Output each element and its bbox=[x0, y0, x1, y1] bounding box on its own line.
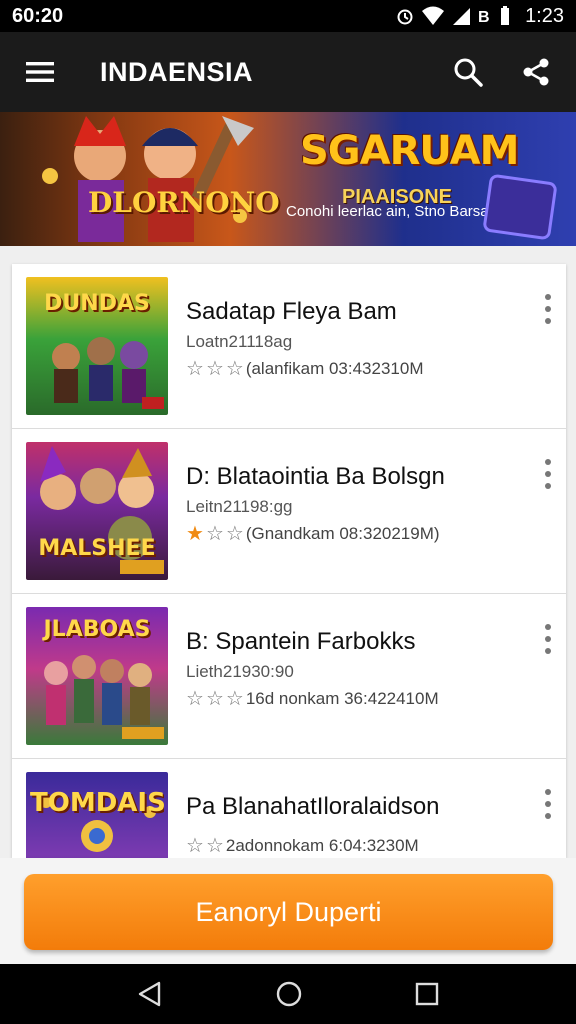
game-thumbnail: MALSHEE bbox=[26, 442, 168, 580]
app-bar: INDAENSIA bbox=[0, 32, 576, 112]
game-meta: Loatn21118ag bbox=[186, 332, 293, 351]
share-icon[interactable] bbox=[520, 56, 552, 88]
thumbnail-label: MALSHEE bbox=[38, 536, 156, 561]
signal-icon bbox=[453, 8, 471, 25]
more-options-icon[interactable] bbox=[538, 294, 558, 324]
game-rating: ☆ ☆ ☆ 16d nonkam 36:422410M bbox=[186, 686, 439, 711]
banner-caption: Conohi leerlac ain, Stno Barsahi bbox=[286, 203, 501, 220]
game-meta: Lieth21930:90 bbox=[186, 662, 294, 681]
game-title: B: Spantein Farbokks bbox=[186, 628, 416, 655]
rating-text: 16d nonkam 36:422410M bbox=[245, 688, 439, 708]
star-icon: ☆ bbox=[205, 358, 224, 380]
status-bar: 60:20 B 1:23 bbox=[0, 0, 576, 32]
back-icon[interactable] bbox=[137, 981, 163, 1007]
status-time-left: 60:20 bbox=[12, 4, 64, 27]
game-title: Pa BlanahatIloralaidson bbox=[186, 793, 440, 820]
status-time-right: 1:23 bbox=[525, 4, 564, 27]
game-list: DUNDAS Sadatap Fleya Bam Loatn21118ag ☆ ☆… bbox=[12, 264, 566, 858]
more-options-icon[interactable] bbox=[538, 789, 558, 819]
menu-icon[interactable] bbox=[24, 56, 56, 88]
game-meta: Leitn21198:gg bbox=[186, 497, 293, 516]
game-thumbnail: TOMDAIS bbox=[26, 772, 168, 858]
system-nav-bar bbox=[0, 964, 576, 1024]
promo-banner[interactable]: DLORNONO SGARUAM PIAAISONE Conohi leerla… bbox=[0, 112, 576, 246]
game-rating: ☆ ☆ ☆ (alanfikam 03:432310M bbox=[186, 356, 423, 381]
alarm-icon bbox=[397, 9, 413, 25]
cta-container: Eanoryl Duperti bbox=[0, 858, 576, 964]
more-options-icon[interactable] bbox=[538, 459, 558, 489]
rating-text: 2adonnokam 6:04:3230M bbox=[225, 835, 419, 855]
battery-icon bbox=[501, 6, 510, 25]
game-title: Sadatap Fleya Bam bbox=[186, 298, 397, 325]
game-title: D: Blataointia Ba Bolsgn bbox=[186, 463, 445, 490]
more-options-icon[interactable] bbox=[538, 624, 558, 654]
data-icon: B bbox=[478, 9, 490, 26]
thumbnail-label: JLABOAS bbox=[43, 617, 151, 642]
thumbnail-label: TOMDAIS bbox=[30, 788, 164, 818]
star-icon: ☆ bbox=[205, 523, 224, 545]
game-thumbnail: DUNDAS bbox=[26, 277, 168, 415]
banner-title: SGARUAM bbox=[300, 128, 519, 174]
search-icon[interactable] bbox=[452, 56, 484, 88]
star-icon: ☆ bbox=[225, 523, 244, 545]
star-icon: ☆ bbox=[186, 688, 204, 710]
game-rating: ★ ☆ ☆ (Gnandkam 08:320219M) bbox=[186, 521, 440, 546]
cta-button[interactable]: Eanoryl Duperti bbox=[24, 874, 553, 950]
star-icon: ☆ bbox=[225, 688, 244, 710]
list-item[interactable]: DUNDAS Sadatap Fleya Bam Loatn21118ag ☆ ☆… bbox=[12, 264, 566, 429]
rating-text: (Gnandkam 08:320219M) bbox=[245, 523, 440, 543]
star-icon: ★ bbox=[186, 523, 204, 545]
game-rating: ☆ ☆ 2adonnokam 6:04:3230M bbox=[186, 833, 419, 858]
star-icon: ☆ bbox=[186, 835, 204, 857]
banner-logo: DLORNONO bbox=[88, 186, 280, 219]
star-icon: ☆ bbox=[205, 835, 224, 857]
star-icon: ☆ bbox=[186, 358, 204, 380]
star-icon: ☆ bbox=[225, 358, 244, 380]
wifi-icon bbox=[422, 6, 445, 25]
list-item[interactable]: JLABOAS B: Spantein Farbokks Lieth21930:… bbox=[12, 594, 566, 759]
list-item[interactable]: MALSHEE D: Blataointia Ba Bolsgn Leitn21… bbox=[12, 429, 566, 594]
game-thumbnail: JLABOAS bbox=[26, 607, 168, 745]
recents-icon[interactable] bbox=[415, 982, 439, 1006]
banner-card-graphic bbox=[482, 173, 558, 241]
home-icon[interactable] bbox=[276, 981, 302, 1007]
app-title: INDAENSIA bbox=[100, 56, 254, 87]
star-icon: ☆ bbox=[205, 688, 224, 710]
list-item[interactable]: TOMDAIS Pa BlanahatIloralaidson ☆ ☆ 2adon… bbox=[12, 759, 566, 858]
thumbnail-label: DUNDAS bbox=[44, 291, 150, 316]
svg-text:B: B bbox=[478, 9, 490, 26]
banner-heroes-illustration bbox=[42, 116, 254, 242]
rating-text: (alanfikam 03:432310M bbox=[245, 358, 424, 378]
status-icons: B 1:23 bbox=[395, 5, 564, 28]
